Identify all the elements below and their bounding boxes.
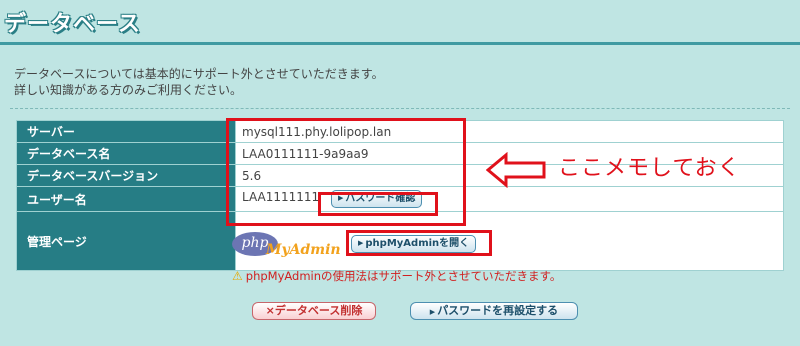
left-arrow-icon bbox=[486, 152, 546, 188]
highlight-box-open-phpmyadmin bbox=[346, 230, 492, 256]
version-label: データベースバージョン bbox=[16, 164, 236, 187]
warning-icon: ⚠ bbox=[232, 269, 243, 283]
intro-line-2: 詳しい知識がある方のみご利用ください。 bbox=[14, 83, 243, 97]
title-divider bbox=[0, 42, 800, 45]
intro-text: データベースについては基本的にサポート外とさせていただきます。 詳しい知識がある… bbox=[14, 66, 774, 98]
triangle-right-icon: ▶ bbox=[429, 308, 436, 316]
intro-line-1: データベースについては基本的にサポート外とさせていただきます。 bbox=[14, 67, 384, 81]
delete-database-button[interactable]: ×データベース削除 bbox=[252, 302, 376, 320]
reset-password-label: パスワードを再設定する bbox=[437, 304, 559, 317]
admin-label: 管理ページ bbox=[16, 211, 236, 271]
memo-annotation: ここメモしておく bbox=[558, 156, 741, 181]
user-label: ユーザー名 bbox=[16, 186, 236, 212]
highlight-box-password-check bbox=[318, 192, 438, 216]
dbname-label: データベース名 bbox=[16, 142, 236, 165]
phpmyadmin-warning: ⚠ phpMyAdminの使用法はサポート外とさせていただきます。 bbox=[232, 268, 561, 284]
phpmyadmin-logo: php MyAdmin bbox=[232, 232, 341, 262]
reset-password-button[interactable]: ▶ パスワードを再設定する bbox=[410, 302, 578, 320]
phpmyadmin-logo-admin: MyAdmin bbox=[266, 242, 341, 258]
page-title: データベース bbox=[4, 12, 141, 37]
phpmyadmin-warning-text: phpMyAdminの使用法はサポート外とさせていただきます。 bbox=[245, 269, 562, 283]
server-label: サーバー bbox=[16, 120, 236, 143]
dotted-divider bbox=[10, 108, 790, 109]
